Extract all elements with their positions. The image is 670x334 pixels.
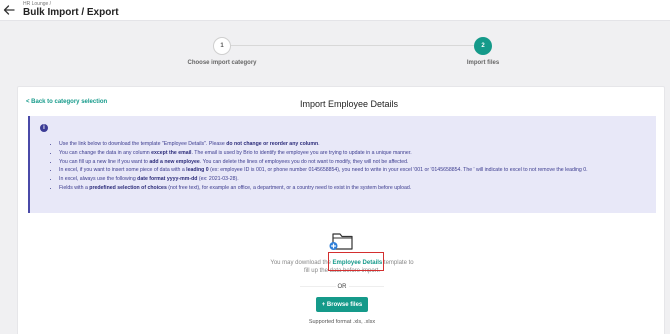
instruction-item: You can change the data in any column ex… (59, 149, 652, 158)
instruction-item: Use the link below to download the templ… (59, 140, 652, 149)
instruction-text: . (318, 141, 320, 147)
step-1-circle[interactable]: 1 (213, 37, 231, 55)
instruction-emphasis: date format yyyy-mm-dd (137, 176, 198, 183)
back-to-category-link[interactable]: < Back to category selection (26, 99, 107, 105)
browse-files-button[interactable]: + Browse files (316, 297, 368, 312)
instruction-emphasis: except the email (151, 149, 192, 156)
download-prefix: You may download the (270, 260, 333, 266)
supported-formats: Supported format .xls, .xlsx (308, 319, 376, 325)
section-title: Import Employee Details (299, 99, 399, 109)
stepper-connector (231, 45, 474, 46)
step-2-label: Import files (466, 60, 500, 66)
instruction-item: Fields with a predefined selection of ch… (59, 184, 652, 193)
instruction-emphasis: do not change or reorder any column (226, 141, 319, 147)
or-text: OR (335, 284, 349, 290)
page-title: Bulk Import / Export (23, 7, 119, 18)
instruction-text: You can fill up a new line if you want t… (59, 158, 150, 165)
instruction-text: In excel, if you want to insert some pie… (59, 167, 187, 174)
instruction-item: In excel, always use the following date … (59, 175, 652, 184)
instruction-item: You can fill up a new line if you want t… (59, 158, 652, 167)
instruction-text: (not free text), for example an office, … (166, 184, 412, 191)
step-1-label: Choose import category (187, 60, 257, 66)
instruction-text: In excel, always use the following (59, 176, 138, 183)
instruction-text: You can change the data in any column (59, 149, 152, 156)
folder-upload-icon (329, 233, 353, 250)
instruction-text: (ex: employee ID is 001, or phone number… (208, 167, 588, 174)
instructions-box: i Use the link below to download the tem… (28, 116, 656, 213)
instruction-text: . The email is used by Brio to identify … (191, 149, 412, 156)
import-card: Import Employee Details < Back to catego… (17, 86, 665, 334)
instruction-text: Use the link below to download the templ… (59, 141, 227, 147)
instruction-emphasis: leading 0 (186, 167, 209, 174)
back-arrow-icon[interactable] (3, 5, 15, 15)
instruction-emphasis: add a new employee (149, 158, 200, 165)
top-bar: HR Lounge / Bulk Import / Export (0, 0, 670, 21)
section-title-wrap: Import Employee Details (18, 99, 666, 109)
or-text-wrap: OR (18, 284, 666, 290)
instruction-emphasis: predefined selection of choices (89, 184, 167, 191)
highlight-box (328, 252, 384, 271)
instruction-item: In excel, if you want to insert some pie… (59, 166, 652, 175)
instructions-list: Use the link below to download the templ… (52, 140, 652, 193)
instruction-text: . You can delete the lines of employees … (199, 158, 409, 165)
step-2-circle: 2 (474, 37, 492, 55)
import-stepper: 1 2 Choose import category Import files (0, 35, 670, 75)
instruction-text: Fields with a (59, 184, 90, 191)
info-icon: i (40, 124, 48, 132)
instruction-text: (ex: 2021-03-28). (197, 176, 239, 183)
